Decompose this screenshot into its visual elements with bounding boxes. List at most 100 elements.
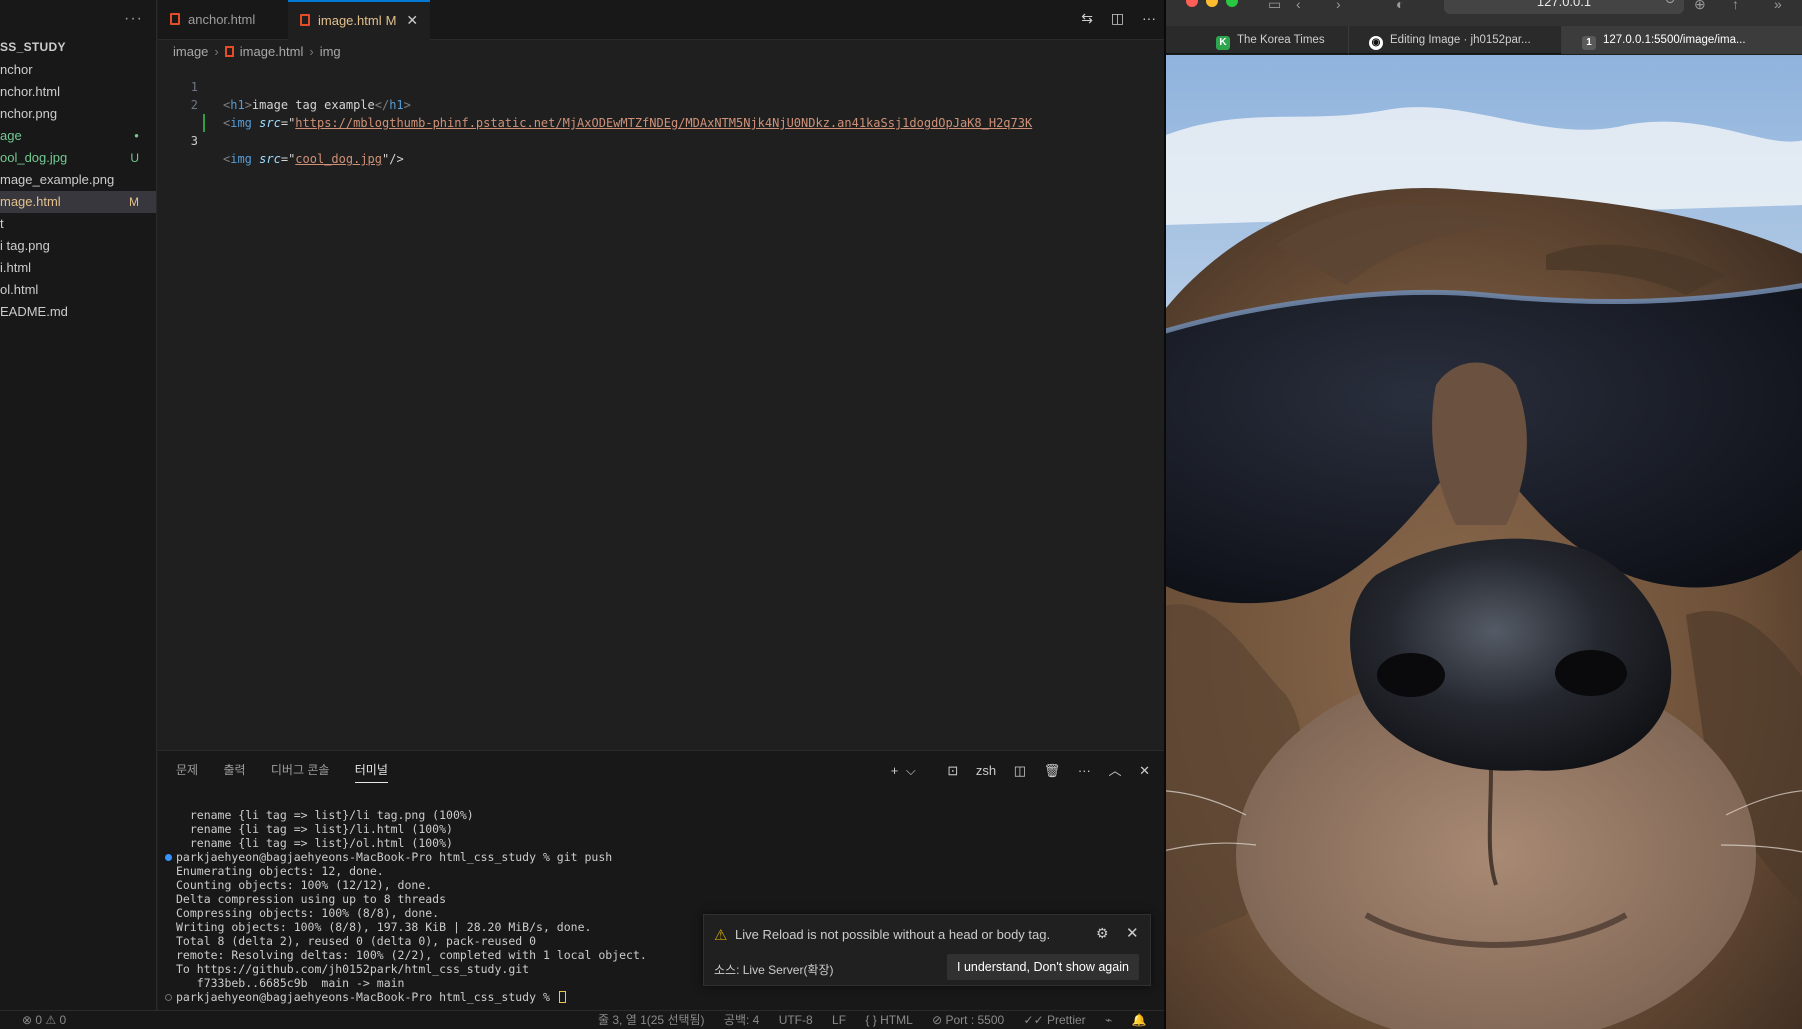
minimize-window-button[interactable] (1206, 0, 1218, 7)
code-editor[interactable]: 1 <h1>image tag example</h1> 2 <img src=… (158, 60, 1164, 166)
modified-line-gutter (203, 114, 205, 132)
tree-item[interactable]: i.html (0, 257, 156, 279)
prettier-status[interactable]: ✓✓ Prettier (1024, 1013, 1086, 1027)
close-window-button[interactable] (1186, 0, 1198, 7)
file-tree: nchor nchor.html nchor.png age ● ool_dog.… (0, 59, 156, 323)
tab-debug-console[interactable]: 디버그 콘솔 (271, 759, 330, 783)
chevron-down-icon[interactable]: ⌵ (906, 763, 916, 778)
tree-item[interactable]: t (0, 213, 156, 235)
download-icon[interactable]: ⊕ (1694, 0, 1706, 13)
accounts-icon[interactable]: ⌁ (1105, 1013, 1112, 1027)
terminal-line: rename {li tag => list}/ol.html (100%) (176, 836, 453, 850)
split-editor-icon[interactable]: ◫ (1111, 10, 1124, 26)
terminal-line: parkjaehyeon@bagjaehyeons-MacBook-Pro ht… (165, 850, 1156, 864)
notification-message: Live Reload is not possible without a he… (735, 927, 1051, 942)
tree-item[interactable]: nchor.png (0, 103, 156, 125)
close-icon[interactable]: ✕ (1126, 924, 1139, 942)
new-terminal-icon[interactable]: + (891, 763, 899, 778)
tree-item[interactable]: age ● (0, 125, 156, 147)
live-server-port[interactable]: ⊘ Port : 5500 (932, 1013, 1004, 1027)
terminal-cursor (558, 991, 566, 1003)
browser-tab-korea-times[interactable]: K The Korea Times (1166, 26, 1349, 54)
vscode-window: ··· SS_STUDY nchor nchor.html nchor.png … (0, 0, 1304, 1029)
github-favicon: ◉ (1369, 36, 1383, 50)
more-actions-icon[interactable]: ··· (1142, 10, 1156, 26)
browser-tab-localhost[interactable]: 1 127.0.0.1:5500/image/ima... (1562, 26, 1802, 54)
terminal-icon: ⊡ (947, 763, 962, 778)
explorer-root-folder[interactable]: SS_STUDY (0, 40, 66, 54)
tree-item[interactable]: i tag.png (0, 235, 156, 257)
split-terminal-icon[interactable]: ◫ (1014, 763, 1026, 778)
bell-icon[interactable]: 🔔 (1132, 1013, 1147, 1027)
gear-icon[interactable]: ⚙ (1096, 925, 1109, 942)
code-line: 2 <img src="https://mblogthumb-phinf.pst… (158, 78, 1164, 130)
link-path[interactable]: cool_dog.jpg (295, 152, 382, 166)
code-line: 1 <h1>image tag example</h1> (158, 60, 1164, 112)
html-file-icon (300, 14, 310, 26)
breadcrumb-symbol[interactable]: img (320, 44, 341, 59)
warning-icon: ⚠ (714, 927, 728, 944)
tree-item[interactable]: EADME.md (0, 301, 156, 323)
tree-item[interactable]: ol.html (0, 279, 156, 301)
trash-icon[interactable]: 🗑 (1044, 763, 1061, 778)
address-bar[interactable]: 127.0.0.1 (1444, 0, 1684, 14)
dont-show-again-button[interactable]: I understand, Don't show again (947, 954, 1139, 980)
reload-icon[interactable]: ↻ (1664, 0, 1676, 8)
cursor-position[interactable]: 줄 3, 열 1(25 선택됨) (598, 1013, 705, 1027)
tree-item[interactable]: nchor.html (0, 81, 156, 103)
tree-item[interactable]: mage_example.png (0, 169, 156, 191)
cool-dog-image (1166, 55, 1802, 1029)
indentation[interactable]: 공백: 4 (724, 1013, 759, 1027)
tab-terminal[interactable]: 터미널 (354, 759, 388, 783)
tab-problems[interactable]: 문제 (176, 759, 198, 783)
modified-indicator: M (385, 13, 397, 28)
open-changes-icon[interactable]: ⇆ (1081, 10, 1093, 26)
tree-item[interactable]: ool_dog.jpg U (0, 147, 156, 169)
terminal-shell-label[interactable]: ⊡ zsh (933, 763, 996, 778)
live-reload-notification: ⚠ Live Reload is not possible without a … (703, 914, 1151, 986)
dog-with-sunglasses-photo (1166, 55, 1802, 1029)
browser-tab-github[interactable]: ◉ Editing Image · jh0152par... (1349, 26, 1562, 54)
shield-icon[interactable]: ◐ (1396, 0, 1404, 12)
close-tab-icon[interactable]: ✕ (406, 12, 418, 28)
language-mode[interactable]: { } HTML (865, 1013, 912, 1027)
link-url[interactable]: https://mblogthumb-phinf.pstatic.net/MjA… (295, 116, 1032, 130)
command-status-dot (165, 994, 172, 1001)
overflow-icon[interactable]: » (1774, 0, 1782, 12)
explorer-sidebar: ··· SS_STUDY nchor nchor.html nchor.png … (0, 0, 157, 1010)
chevron-right-icon: › (309, 44, 314, 59)
terminal-line: Enumerating objects: 12, done. (176, 864, 384, 878)
editor-area: anchor.html image.html M ✕ ⇆ ◫ ··· image › i… (158, 0, 1304, 750)
editor-tab-bar: anchor.html image.html M ✕ ⇆ ◫ ··· (158, 0, 1164, 40)
breadcrumb-folder[interactable]: image (173, 44, 208, 59)
line-number: 3 (190, 134, 198, 148)
problems-count[interactable]: ⊗ 0 ⚠ 0 (22, 1011, 66, 1029)
encoding[interactable]: UTF-8 (779, 1013, 813, 1027)
share-icon[interactable]: ↑ (1732, 0, 1739, 12)
terminal-line: Counting objects: 100% (12/12), done. (176, 878, 433, 892)
tree-item-selected[interactable]: mage.html M (0, 191, 156, 213)
editor-actions: ⇆ ◫ ··· (1067, 10, 1156, 27)
maximize-panel-icon[interactable]: ︿ (1108, 763, 1121, 778)
close-panel-icon[interactable]: ✕ (1139, 763, 1150, 778)
html-file-icon (170, 13, 180, 25)
end-of-line[interactable]: LF (832, 1013, 846, 1027)
breadcrumb-file[interactable]: image.html (240, 44, 304, 59)
panel-tabs: 문제 출력 디버그 콘솔 터미널 (176, 759, 410, 783)
zoom-window-button[interactable] (1226, 0, 1238, 7)
sidebar-icon[interactable]: ▭ (1268, 0, 1281, 13)
status-bar: ⊗ 0 ⚠ 0 줄 3, 열 1(25 선택됨) 공백: 4 UTF-8 LF … (0, 1010, 1164, 1029)
tree-item[interactable]: nchor (0, 59, 156, 81)
browser-tabs: K The Korea Times ◉ Editing Image · jh0152… (1166, 26, 1802, 54)
terminal-line: rename {li tag => list}/li tag.png (100%… (176, 808, 474, 822)
terminal-prompt[interactable]: parkjaehyeon@bagjaehyeons-MacBook-Pro ht… (165, 990, 1156, 1004)
explorer-more-icon[interactable]: ··· (124, 10, 143, 28)
tab-output[interactable]: 출력 (223, 759, 245, 783)
tab-anchor-html[interactable]: anchor.html (158, 0, 286, 40)
forward-icon[interactable]: › (1336, 0, 1341, 12)
browser-toolbar: ▭ ‹ › ◐ 127.0.0.1 ↻ ⊕ ↑ » (1166, 0, 1802, 26)
command-status-dot (165, 854, 172, 861)
more-icon[interactable]: ··· (1078, 763, 1091, 778)
tab-image-html[interactable]: image.html M ✕ (288, 0, 430, 40)
back-icon[interactable]: ‹ (1296, 0, 1301, 12)
